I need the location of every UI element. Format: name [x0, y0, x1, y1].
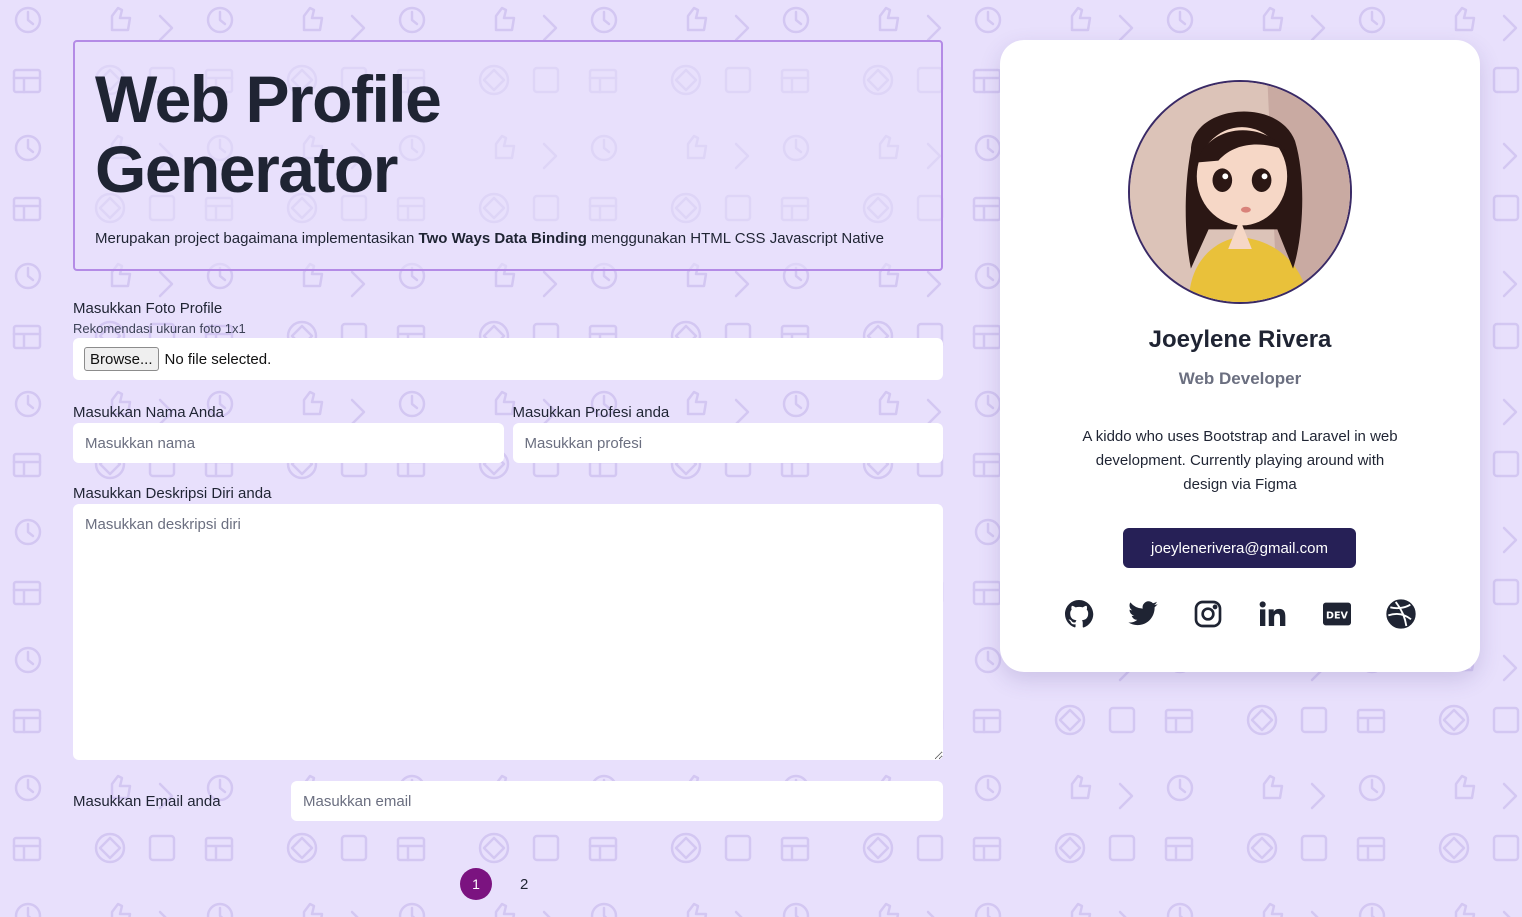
file-status: No file selected.: [164, 350, 272, 368]
svg-text:DEV: DEV: [1326, 610, 1349, 621]
page-description: Merupakan project bagaimana implementasi…: [95, 230, 884, 247]
avatar: [1128, 80, 1352, 304]
description-prefix: Merupakan project bagaimana implementasi…: [95, 230, 419, 247]
profession-label: Masukkan Profesi anda: [512, 404, 670, 421]
email-label: Masukkan Email anda: [73, 792, 221, 810]
header-panel: Web Profile Generator Merupakan project …: [73, 40, 943, 271]
dev-icon[interactable]: DEV: [1320, 597, 1354, 631]
description-highlight: Two Ways Data Binding: [418, 230, 587, 247]
linkedin-icon[interactable]: [1255, 597, 1289, 631]
page-1-button[interactable]: 1: [460, 868, 492, 900]
profile-name: Joeylene Rivera: [1148, 326, 1332, 353]
social-links: DEV: [1062, 597, 1418, 631]
email-input[interactable]: [291, 781, 943, 821]
profile-card: Joeylene Rivera Web Developer A kiddo wh…: [1000, 40, 1480, 672]
title-line-1: Web Profile: [95, 62, 442, 136]
photo-hint: Rekomendasi ukuran foto 1x1: [73, 321, 246, 336]
dribbble-icon[interactable]: [1384, 597, 1418, 631]
twitter-icon[interactable]: [1126, 597, 1160, 631]
photo-label: Masukkan Foto Profile: [73, 300, 223, 317]
profile-form: Masukkan Foto Profile Rekomendasi ukuran…: [73, 300, 943, 821]
profile-role: Web Developer: [1178, 369, 1302, 388]
browse-button[interactable]: Browse...: [84, 347, 159, 371]
page-title: Web Profile Generator: [95, 64, 555, 204]
description-textarea[interactable]: [73, 504, 943, 760]
page-2-button[interactable]: 2: [520, 876, 528, 893]
description-label: Masukkan Deskripsi Diri anda: [73, 485, 272, 502]
name-input[interactable]: [73, 423, 504, 463]
pagination: 1 2: [460, 868, 528, 900]
profile-email-button[interactable]: joeylenerivera@gmail.com: [1123, 528, 1356, 568]
profession-input[interactable]: [512, 423, 943, 463]
name-label: Masukkan Nama Anda: [73, 404, 224, 421]
title-line-2: Generator: [95, 132, 398, 206]
description-suffix: menggunakan HTML CSS Javascript Native: [586, 230, 884, 247]
profile-bio: A kiddo who uses Bootstrap and Laravel i…: [1082, 428, 1398, 493]
github-icon[interactable]: [1062, 597, 1096, 631]
photo-file-input[interactable]: Browse... No file selected.: [73, 338, 943, 380]
instagram-icon[interactable]: [1191, 597, 1225, 631]
